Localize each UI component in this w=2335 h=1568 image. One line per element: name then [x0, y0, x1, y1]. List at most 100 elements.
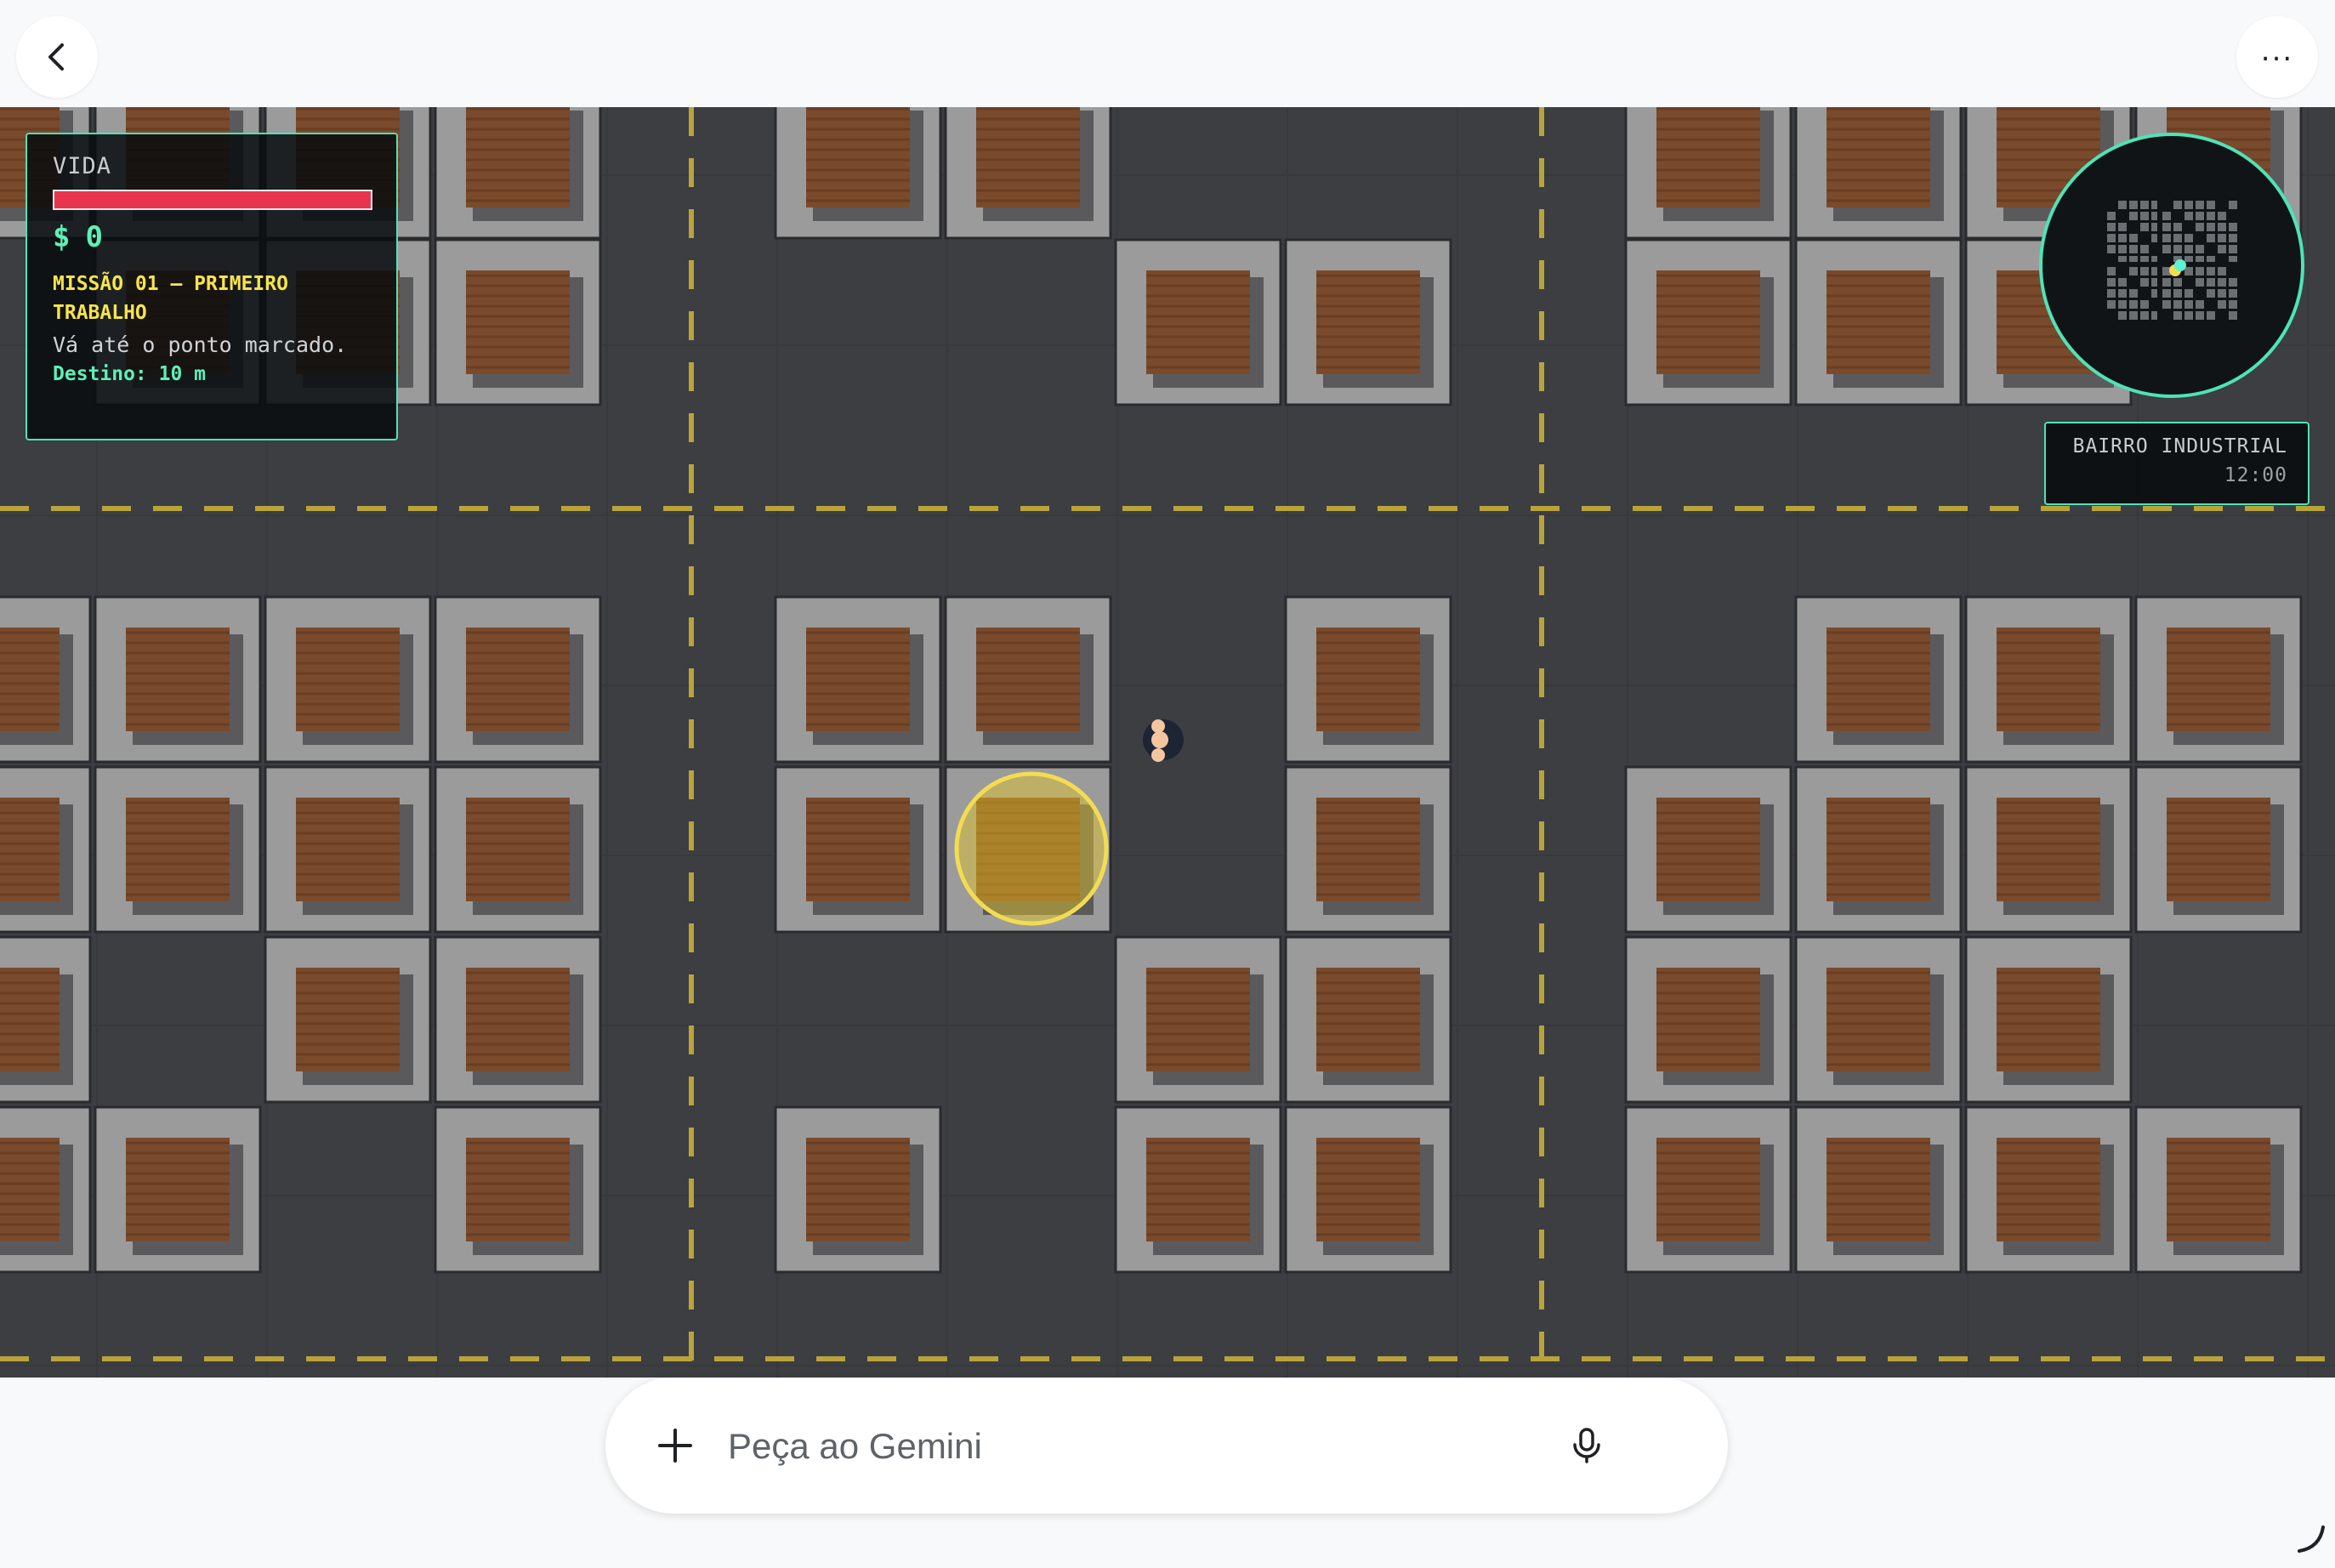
minimap-block [2173, 234, 2182, 242]
prompt-input[interactable] [726, 1418, 1495, 1474]
money-value: 0 [85, 220, 103, 254]
minimap-block [2118, 201, 2127, 209]
minimap-block [2218, 223, 2226, 231]
top-bar: ... [0, 0, 2335, 107]
minimap-block [2218, 289, 2226, 298]
money-symbol: $ [53, 220, 71, 254]
minimap-block [2207, 234, 2215, 242]
player-hand [1151, 719, 1165, 733]
minimap-block [2229, 201, 2237, 209]
minimap-block [2118, 245, 2127, 253]
minimap-block [2129, 300, 2138, 309]
minimap-block [2118, 278, 2127, 287]
minimap-block [2207, 223, 2215, 231]
minimap-block [2118, 300, 2127, 309]
microphone-button[interactable] [1561, 1420, 1612, 1471]
minimap-block [2184, 267, 2193, 276]
back-button[interactable] [16, 16, 98, 98]
minimap-block [2196, 278, 2204, 287]
chevron-left-icon [48, 43, 64, 71]
minimap-block [2118, 289, 2127, 298]
minimap-block [2107, 245, 2116, 253]
gemini-prompt-bar [605, 1378, 1728, 1514]
minimap-block [2107, 223, 2116, 231]
minimap-block [2207, 201, 2215, 209]
minimap-block [2184, 289, 2193, 298]
minimap-block [2173, 289, 2182, 298]
game-canvas[interactable]: VIDA $0 MISSÃO 01 — PRIMEIRO TRABALHO Vá… [0, 107, 2335, 1378]
minimap-block [2107, 234, 2116, 242]
minimap-block [2173, 311, 2182, 320]
building-roof [806, 107, 910, 207]
minimap-block [2196, 300, 2204, 309]
minimap-block [2184, 212, 2193, 220]
minimap-block [2207, 289, 2215, 298]
minimap-block [2140, 278, 2149, 287]
minimap-block [2173, 278, 2182, 287]
minimap-block [2207, 278, 2215, 287]
minimap-block [2173, 245, 2182, 253]
minimap-block [2229, 289, 2237, 298]
minimap-block [2184, 201, 2193, 209]
building-roof [466, 107, 570, 207]
minimap-block [2129, 212, 2138, 220]
minimap-block [2162, 300, 2171, 309]
minimap-block [2162, 278, 2171, 287]
add-button[interactable] [650, 1420, 701, 1471]
minimap-block [2140, 245, 2149, 253]
minimap-block [2118, 223, 2127, 231]
minimap-block [2140, 300, 2149, 309]
more-options-button[interactable]: ... [2236, 16, 2318, 98]
minimap-block [2184, 245, 2193, 253]
minimap-block [2162, 289, 2171, 298]
minimap-block [2229, 223, 2237, 231]
minimap-block [2218, 300, 2226, 309]
building-roof [1656, 107, 1760, 207]
minimap-block [2207, 267, 2215, 276]
minimap-block [2140, 201, 2149, 209]
minimap-block [2196, 201, 2204, 209]
minimap-block [2218, 212, 2226, 220]
player-head [1151, 731, 1168, 748]
more-horizontal-icon: ... [2260, 34, 2294, 68]
minimap-block [2218, 267, 2226, 276]
minimap-block [2196, 212, 2204, 220]
minimap-block [2218, 234, 2226, 242]
location-panel: BAIRRO INDUSTRIAL 12:00 [2044, 422, 2309, 505]
minimap [2039, 133, 2304, 398]
destination-distance: Destino: 10 m [53, 363, 207, 385]
minimap-block [2129, 311, 2138, 320]
minimap-block [2162, 245, 2171, 253]
minimap-block [2107, 289, 2116, 298]
minimap-block [2107, 267, 2116, 276]
minimap-block [2129, 201, 2138, 209]
resize-handle-icon[interactable] [2294, 1522, 2328, 1556]
building-roof [1827, 107, 1930, 207]
minimap-block [2218, 245, 2226, 253]
minimap-block [2196, 311, 2204, 320]
minimap-block [2184, 300, 2193, 309]
status-hud: VIDA $0 MISSÃO 01 — PRIMEIRO TRABALHO Vá… [26, 133, 398, 440]
minimap-block [2184, 234, 2193, 242]
minimap-block [2129, 289, 2138, 298]
minimap-block [2196, 245, 2204, 253]
health-label: VIDA [53, 153, 112, 179]
minimap-block [2140, 223, 2149, 231]
minimap-block [2229, 234, 2237, 242]
minimap-block [2207, 212, 2215, 220]
minimap-block [2207, 311, 2215, 320]
minimap-block [2129, 234, 2138, 242]
minimap-block [2229, 311, 2237, 320]
health-bar-fill [54, 191, 371, 208]
minimap-block [2107, 300, 2116, 309]
mission-description: Vá até o ponto marcado. [53, 332, 348, 357]
minimap-block [2229, 300, 2237, 309]
minimap-block [2173, 201, 2182, 209]
minimap-drawing [2102, 196, 2241, 335]
health-bar [53, 190, 372, 210]
minimap-block [2162, 223, 2171, 231]
minimap-block [2196, 223, 2204, 231]
minimap-block [2129, 245, 2138, 253]
microphone-icon [1573, 1428, 1600, 1463]
game-clock: 12:00 [2224, 464, 2287, 486]
